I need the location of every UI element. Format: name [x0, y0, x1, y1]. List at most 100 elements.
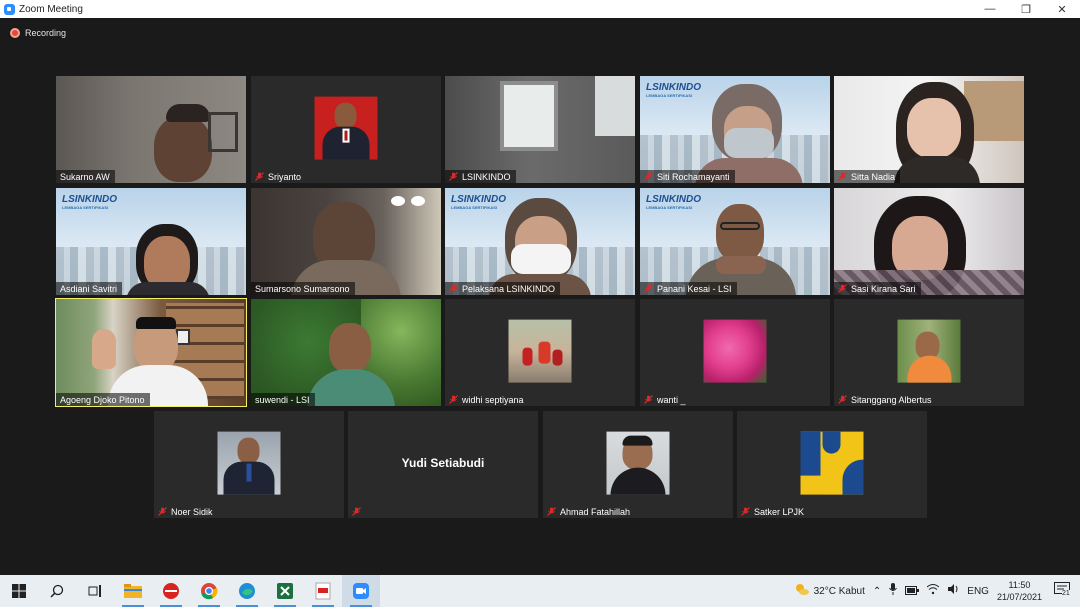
battery-icon[interactable]	[905, 582, 920, 600]
participant-tile[interactable]: LSINKINDO LEMBAGA SERTIFIKASI Pelaksana L…	[445, 188, 635, 295]
participant-name-tag: Asdiani Savitri	[56, 282, 123, 295]
language-indicator[interactable]: ENG	[967, 586, 989, 597]
participant-tile[interactable]: Sitanggang Albertus	[834, 299, 1024, 406]
windows-start-icon[interactable]	[0, 575, 38, 607]
participant-name-tag: Noer Sidik	[154, 505, 218, 518]
participant-name-tag: Sriyanto	[251, 170, 306, 183]
edge-icon[interactable]	[228, 575, 266, 607]
participant-name: Siti Rochamayanti	[657, 171, 730, 182]
participant-tile[interactable]: Yudi Setiabudi	[348, 411, 538, 518]
notification-center-icon[interactable]: 21	[1054, 581, 1070, 601]
participant-tile[interactable]: Sitta Nadia	[834, 76, 1024, 183]
participant-tile[interactable]: Sukarno AW	[56, 76, 246, 183]
microphone-icon[interactable]	[889, 582, 898, 600]
weather-text[interactable]: 32°C Kabut	[814, 586, 865, 597]
participant-tile[interactable]: LSINKINDO	[445, 76, 635, 183]
participant-name: Sitanggang Albertus	[851, 394, 932, 405]
participant-name: suwendi - LSI	[255, 394, 310, 405]
app-red-icon[interactable]	[152, 575, 190, 607]
chevron-up-icon[interactable]: ⌃	[873, 586, 881, 597]
microphone-muted-icon	[644, 284, 653, 293]
microphone-muted-icon	[352, 507, 361, 516]
recording-dot-icon	[10, 28, 20, 38]
participant-name-tag: Pelaksana LSINKINDO	[445, 282, 561, 295]
participant-tile[interactable]: widhi septiyana	[445, 299, 635, 406]
pdf-icon[interactable]	[304, 575, 342, 607]
titlebar: Zoom Meeting — ❐ ✕	[0, 0, 1080, 18]
participant-tile[interactable]: Sumarsono Sumarsono	[251, 188, 441, 295]
participant-name-tag: Panani Kesai - LSI	[640, 282, 737, 295]
system-tray: 32°C Kabut ⌃ ENG 11:50 21/07/2021 21	[794, 575, 1080, 607]
microphone-muted-icon	[838, 172, 847, 181]
lpjk-logo	[800, 431, 864, 495]
participant-name-tag: Ahmad Fatahillah	[543, 505, 635, 518]
window-title: Zoom Meeting	[19, 3, 83, 15]
participant-name-tag	[348, 505, 370, 518]
recording-indicator[interactable]: Recording	[10, 28, 66, 38]
microphone-muted-icon	[644, 172, 653, 181]
participant-name-tag: Sukarno AW	[56, 170, 115, 183]
maximize-button[interactable]: ❐	[1008, 0, 1044, 18]
microphone-muted-icon	[449, 284, 458, 293]
search-icon[interactable]	[38, 575, 76, 607]
participant-name-tag: Sitta Nadia	[834, 170, 901, 183]
file-explorer-icon[interactable]	[114, 575, 152, 607]
wifi-icon[interactable]	[926, 582, 940, 600]
lsinkindo-logo: LSINKINDO LEMBAGA SERTIFIKASI	[646, 82, 701, 98]
microphone-muted-icon	[838, 284, 847, 293]
task-view-icon[interactable]	[76, 575, 114, 607]
participant-name: wanti _	[657, 394, 686, 405]
participant-name-tag: suwendi - LSI	[251, 393, 315, 406]
close-button[interactable]: ✕	[1044, 0, 1080, 18]
microphone-muted-icon	[449, 395, 458, 404]
participant-tile[interactable]: LSINKINDO LEMBAGA SERTIFIKASI Asdiani Sav…	[56, 188, 246, 295]
participant-tile[interactable]: LSINKINDO LEMBAGA SERTIFIKASI Siti Rocham…	[640, 76, 830, 183]
microphone-muted-icon	[255, 172, 264, 181]
lsinkindo-logo: LSINKINDO LEMBAGA SERTIFIKASI	[646, 194, 701, 210]
clock-time: 11:50	[1008, 580, 1031, 590]
microphone-muted-icon	[547, 507, 556, 516]
participant-name-tag: Sasi Kirana Sari	[834, 282, 921, 295]
participant-name-tag: Agoeng Djoko Pitono	[56, 393, 150, 406]
participant-tile-active-speaker[interactable]: Agoeng Djoko Pitono	[55, 298, 247, 407]
participant-name: Sitta Nadia	[851, 171, 896, 182]
participant-name: Sukarno AW	[60, 171, 110, 182]
clock[interactable]: 11:50 21/07/2021	[997, 579, 1042, 603]
chrome-icon[interactable]	[190, 575, 228, 607]
participant-name-tag: wanti _	[640, 393, 691, 406]
lsinkindo-logo: LSINKINDO LEMBAGA SERTIFIKASI	[62, 194, 117, 210]
microphone-muted-icon	[741, 507, 750, 516]
speaker-icon[interactable]	[947, 582, 959, 600]
participant-tile[interactable]: LSINKINDO LEMBAGA SERTIFIKASI Panani Kesa…	[640, 188, 830, 295]
windows-taskbar: 32°C Kabut ⌃ ENG 11:50 21/07/2021 21	[0, 575, 1080, 607]
participant-tile[interactable]: Sasi Kirana Sari	[834, 188, 1024, 295]
participant-tile[interactable]: wanti _	[640, 299, 830, 406]
participant-name-tag: Satker LPJK	[737, 505, 809, 518]
notification-count: 21	[1062, 589, 1070, 597]
zoom-icon[interactable]	[342, 575, 380, 607]
participant-tile[interactable]: suwendi - LSI	[251, 299, 441, 406]
recording-label: Recording	[25, 28, 67, 38]
participant-name: Sasi Kirana Sari	[851, 283, 916, 294]
microphone-muted-icon	[838, 395, 847, 404]
participant-name-tag: widhi septiyana	[445, 393, 529, 406]
participant-name-tag: Sitanggang Albertus	[834, 393, 937, 406]
excel-icon[interactable]	[266, 575, 304, 607]
microphone-muted-icon	[644, 395, 653, 404]
participant-name: Satker LPJK	[754, 506, 805, 517]
lsinkindo-logo: LSINKINDO LEMBAGA SERTIFIKASI	[451, 194, 506, 210]
minimize-button[interactable]: —	[972, 0, 1008, 18]
participant-tile[interactable]: Noer Sidik	[154, 411, 344, 518]
microphone-muted-icon	[158, 507, 167, 516]
participant-name: Agoeng Djoko Pitono	[60, 394, 145, 405]
participant-name-tag: Siti Rochamayanti	[640, 170, 735, 183]
participant-name: Pelaksana LSINKINDO	[462, 283, 556, 294]
weather-icon[interactable]	[794, 582, 810, 601]
participant-tile[interactable]: Satker LPJK	[737, 411, 927, 518]
participant-tile[interactable]: Sriyanto	[251, 76, 441, 183]
participant-display-name: Yudi Setiabudi	[401, 456, 485, 470]
participant-name-tag: LSINKINDO	[445, 170, 516, 183]
participant-tile[interactable]: Ahmad Fatahillah	[543, 411, 733, 518]
zoom-app-icon	[4, 3, 15, 15]
participant-name: Panani Kesai - LSI	[657, 283, 732, 294]
